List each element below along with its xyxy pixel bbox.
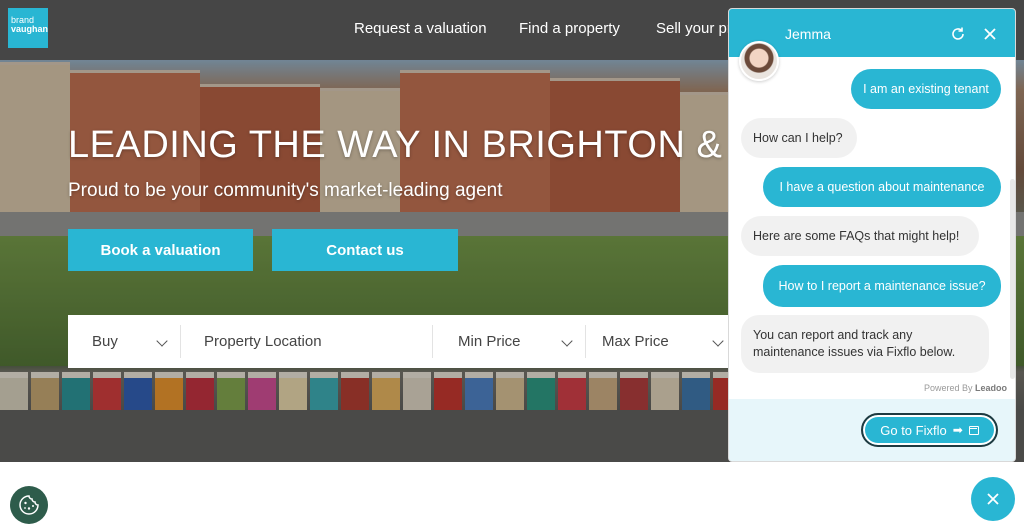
book-valuation-button[interactable]: Book a valuation <box>68 229 253 271</box>
cookie-icon <box>19 495 39 515</box>
chat-widget: Jemma I am an existing tenant How can I … <box>728 8 1016 462</box>
chat-message-user: I am an existing tenant <box>851 69 1001 109</box>
nav-sell-property[interactable]: Sell your pr <box>656 20 732 37</box>
chat-message-user: I have a question about maintenance <box>763 167 1001 207</box>
fixflo-button-label: Go to Fixflo <box>880 422 947 438</box>
chat-agent-name: Jemma <box>785 26 831 42</box>
nav-find-property[interactable]: Find a property <box>519 20 620 37</box>
cookie-settings-button[interactable] <box>10 486 48 524</box>
min-price-select[interactable]: Min Price <box>458 315 558 368</box>
hero-title: LEADING THE WAY IN BRIGHTON & H <box>68 124 762 166</box>
agent-avatar <box>739 41 779 81</box>
chat-message-bot: You can report and track any maintenance… <box>741 315 989 373</box>
arrow-right-icon: ➡ <box>952 423 963 437</box>
max-price-label: Max Price <box>602 333 669 350</box>
powered-by: Powered By Leadoo <box>924 383 1007 393</box>
location-placeholder: Property Location <box>204 333 322 350</box>
brand-logo[interactable]: brand vaughan <box>8 8 48 48</box>
refresh-icon[interactable] <box>949 25 967 43</box>
close-icon-svg <box>984 28 996 40</box>
external-link-icon <box>968 425 979 435</box>
nav-request-valuation[interactable]: Request a valuation <box>354 20 487 37</box>
close-icon <box>987 493 999 505</box>
chevron-down-icon <box>712 335 724 347</box>
property-location-input[interactable]: Property Location <box>204 315 432 368</box>
divider <box>180 325 181 358</box>
close-icon[interactable] <box>981 25 999 43</box>
divider <box>585 325 586 358</box>
chat-message-bot: Here are some FAQs that might help! <box>741 216 979 256</box>
go-to-fixflo-button[interactable]: Go to Fixflo ➡ <box>861 413 998 447</box>
chat-footer: Go to Fixflo ➡ <box>729 399 1015 461</box>
chat-message-user: How to I report a maintenance issue? <box>763 265 1001 307</box>
divider <box>432 325 433 358</box>
hero-subtitle: Proud to be your community's market-lead… <box>68 180 503 201</box>
min-price-label: Min Price <box>458 333 521 350</box>
chat-toggle-button[interactable] <box>971 477 1015 521</box>
search-type-value: Buy <box>92 333 118 350</box>
chat-message-bot: How can I help? <box>741 118 857 158</box>
contact-us-button[interactable]: Contact us <box>272 229 458 271</box>
powered-by-brand: Leadoo <box>974 383 1007 393</box>
property-search-bar: Buy Property Location Min Price Max Pric… <box>68 315 748 368</box>
logo-line: vaughan <box>11 24 49 34</box>
max-price-select[interactable]: Max Price <box>602 315 702 368</box>
refresh-icon-svg <box>952 27 964 40</box>
chat-scrollbar[interactable] <box>1010 179 1015 379</box>
chevron-down-icon <box>561 335 573 347</box>
powered-by-prefix: Powered By <box>923 383 973 393</box>
